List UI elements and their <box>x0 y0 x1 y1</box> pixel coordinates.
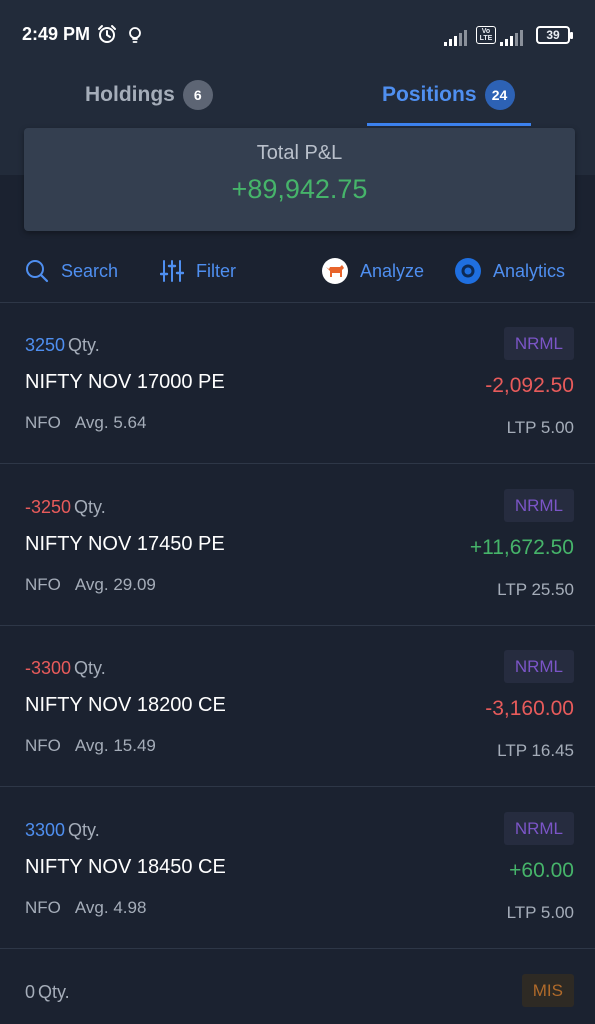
position-symbol: NIFTY NOV 17450 PE <box>25 533 225 555</box>
qty-value: 0 <box>25 982 36 1002</box>
product-badge: NRML <box>503 812 574 845</box>
product-badge: NRML <box>503 489 574 522</box>
qty-value: -3250 <box>25 497 72 517</box>
filter-button[interactable]: Filter <box>160 248 236 294</box>
position-pnl: -2,092.50 <box>485 374 574 397</box>
analyze-button[interactable]: Analyze <box>322 248 424 294</box>
exchange-label: NFO <box>25 575 61 594</box>
position-meta: NFO Avg. 4.98 <box>25 898 146 918</box>
avg-label: Avg. <box>74 736 109 755</box>
position-meta: NFO Avg. 5.64 <box>25 413 146 433</box>
search-icon <box>26 260 49 283</box>
analyze-label: Analyze <box>360 260 425 281</box>
avg-price: 4.98 <box>113 898 147 917</box>
exchange-label: NFO <box>25 736 61 755</box>
qty-label: Qty. <box>68 335 100 355</box>
analytics-label: Analytics <box>493 260 566 281</box>
avg-label: Avg. <box>74 413 109 432</box>
position-symbol: NIFTY NOV 18450 CE <box>25 856 226 878</box>
volte-badge: Vo LTE <box>476 26 496 44</box>
total-pnl-label: Total P&L <box>256 142 343 164</box>
avg-price: 15.49 <box>113 736 156 755</box>
position-row[interactable]: -3250 Qty. NIFTY NOV 17450 PE NFO Avg. 29.… <box>0 465 595 626</box>
position-pnl: +60.00 <box>509 859 574 882</box>
search-label: Search <box>61 260 119 281</box>
qty-value: 3300 <box>25 820 66 840</box>
position-ltp: LTP 16.45 <box>497 741 574 760</box>
avg-label: Avg. <box>74 575 109 594</box>
position-ltp: LTP 5.00 <box>506 903 574 922</box>
tab-holdings-label: Holdings <box>85 83 175 106</box>
holdings-count-badge: 6 <box>182 80 213 110</box>
exchange-label: NFO <box>25 898 61 917</box>
positions-count-badge: 24 <box>484 80 515 110</box>
total-pnl-value: +89,942.75 <box>231 174 368 204</box>
position-pnl: +11,672.50 <box>469 536 574 559</box>
position-qty: -3300 Qty. <box>25 658 106 679</box>
divider <box>0 786 595 787</box>
product-badge: MIS <box>521 974 574 1007</box>
portfolio-tabs: Holdings 6 Positions 24 <box>0 64 595 126</box>
signal-strength-icon-2 <box>500 30 523 46</box>
tab-positions[interactable]: Positions 24 <box>382 64 515 126</box>
product-badge: NRML <box>503 327 574 360</box>
bull-icon <box>322 258 348 284</box>
exchange-label: NFO <box>25 413 61 432</box>
position-ltp: LTP 25.50 <box>497 580 574 599</box>
divider <box>0 463 595 464</box>
position-row[interactable]: 3300 Qty. NIFTY NOV 18450 CE NFO Avg. 4.98… <box>0 788 595 949</box>
total-pnl-card: Total P&L +89,942.75 <box>24 128 575 231</box>
alarm-clock-icon <box>98 25 116 43</box>
positions-toolbar: Search Filter Analyze Analytics <box>0 248 595 294</box>
qty-value: -3300 <box>25 658 72 678</box>
position-row[interactable]: -3300 Qty. NIFTY NOV 18200 CE NFO Avg. 15.… <box>0 626 595 787</box>
position-meta: NFO Avg. 15.49 <box>25 736 156 756</box>
filter-label: Filter <box>196 260 236 281</box>
avg-label: Avg. <box>74 898 109 917</box>
avg-price: 29.09 <box>113 575 156 594</box>
active-tab-indicator <box>367 123 531 126</box>
position-qty: 3250 Qty. <box>25 335 100 356</box>
status-time: 2:49 PM <box>22 24 91 44</box>
search-button[interactable]: Search <box>25 248 118 294</box>
lightbulb-icon <box>129 27 141 43</box>
avg-price: 5.64 <box>113 413 147 432</box>
position-meta: NFO Avg. 29.09 <box>25 575 156 595</box>
analytics-button[interactable]: Analytics <box>455 248 565 294</box>
qty-label: Qty. <box>38 982 70 1002</box>
battery-icon: 39 <box>536 26 573 44</box>
signal-strength-icon <box>444 30 467 46</box>
position-qty: 0 Qty. <box>25 982 70 1003</box>
analytics-icon <box>455 258 481 284</box>
divider <box>0 948 595 949</box>
position-symbol: NIFTY NOV 17000 PE <box>25 371 225 393</box>
status-bar: 2:49 PM Vo LTE 39 <box>0 0 595 64</box>
qty-label: Qty. <box>74 497 106 517</box>
position-qty: -3250 Qty. <box>25 497 106 518</box>
tab-positions-label: Positions <box>382 83 477 106</box>
position-row[interactable]: 3250 Qty. NIFTY NOV 17000 PE NFO Avg. 5.64… <box>0 303 595 464</box>
product-badge: NRML <box>503 650 574 683</box>
position-row[interactable]: 0 Qty. MIS <box>0 950 595 1024</box>
position-ltp: LTP 5.00 <box>506 418 574 437</box>
position-qty: 3300 Qty. <box>25 820 100 841</box>
filter-sliders-icon <box>160 260 184 282</box>
qty-label: Qty. <box>68 820 100 840</box>
qty-label: Qty. <box>74 658 106 678</box>
position-symbol: NIFTY NOV 18200 CE <box>25 694 226 716</box>
position-pnl: -3,160.00 <box>485 697 574 720</box>
tab-holdings[interactable]: Holdings 6 <box>85 64 213 126</box>
qty-value: 3250 <box>25 335 66 355</box>
